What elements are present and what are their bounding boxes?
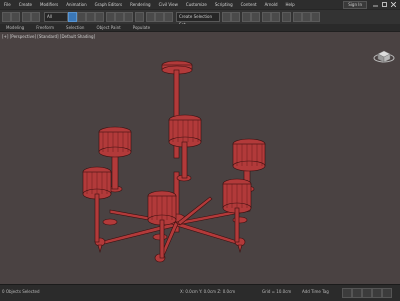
- ribbon-tabs: Modeling Freeform Selection Object Paint…: [0, 24, 400, 32]
- menu-civil-view[interactable]: Civil View: [155, 2, 182, 7]
- minimize-icon[interactable]: [373, 2, 378, 7]
- schematic-view-icon[interactable]: [271, 12, 280, 22]
- ribbon-tab-modeling[interactable]: Modeling: [0, 25, 30, 30]
- snap-icon[interactable]: [146, 12, 155, 22]
- layer-explorer-icon[interactable]: [251, 12, 260, 22]
- play-icon[interactable]: [342, 288, 352, 298]
- link-icon[interactable]: [22, 12, 31, 22]
- zoom-icon[interactable]: [362, 288, 372, 298]
- menu-arnold[interactable]: Arnold: [261, 2, 282, 7]
- main-toolbar: All Create Selection Set: [0, 9, 400, 27]
- rotate-icon[interactable]: [115, 12, 124, 22]
- ribbon-tab-freeform[interactable]: Freeform: [30, 25, 60, 30]
- placement-icon[interactable]: [135, 12, 144, 22]
- window-crossing-icon[interactable]: [95, 12, 104, 22]
- select-object-icon[interactable]: [68, 12, 77, 22]
- render-setup-icon[interactable]: [293, 12, 302, 22]
- menu-rendering[interactable]: Rendering: [126, 2, 154, 7]
- align-icon[interactable]: [231, 12, 240, 22]
- menu-modifiers[interactable]: Modifiers: [36, 2, 62, 7]
- sign-in-button[interactable]: Sign In: [343, 0, 367, 9]
- rectangular-selection-icon[interactable]: [86, 12, 95, 22]
- close-icon[interactable]: [390, 1, 397, 8]
- menu-content[interactable]: Content: [237, 2, 261, 7]
- unlink-icon[interactable]: [31, 12, 40, 22]
- material-editor-icon[interactable]: [282, 12, 291, 22]
- perspective-viewport[interactable]: [+] [Perspective] [Standard] [Default Sh…: [0, 32, 400, 284]
- orbit-icon[interactable]: [382, 288, 392, 298]
- rendered-frame-window-icon[interactable]: [302, 12, 311, 22]
- status-bar: 0 Objects Selected X: 0.0cm Y: 0.0cm Z: …: [0, 284, 400, 301]
- chandelier-model[interactable]: [0, 32, 400, 284]
- scale-icon[interactable]: [124, 12, 133, 22]
- menu-help[interactable]: Help: [282, 2, 299, 7]
- account-area: Sign In: [343, 0, 367, 9]
- ribbon-tab-object-paint[interactable]: Object Paint: [90, 25, 126, 30]
- window-controls: [373, 1, 397, 8]
- selection-filter-dropdown[interactable]: All: [44, 12, 68, 22]
- next-frame-icon[interactable]: [352, 288, 362, 298]
- menu-bar: File Create Modifiers Animation Graph Ed…: [0, 0, 400, 9]
- maximize-icon[interactable]: [382, 2, 387, 7]
- scene-explorer-icon[interactable]: [242, 12, 251, 22]
- named-selection-input[interactable]: Create Selection Set: [176, 12, 220, 27]
- menu-animation[interactable]: Animation: [62, 2, 90, 7]
- coords-readout: X: 0.0cm Y: 0.0cm Z: 0.0cm: [180, 289, 236, 294]
- angle-snap-icon[interactable]: [155, 12, 164, 22]
- mirror-icon[interactable]: [222, 12, 231, 22]
- select-by-name-icon[interactable]: [77, 12, 86, 22]
- menu-file[interactable]: File: [0, 2, 15, 7]
- menu-graph-editors[interactable]: Graph Editors: [91, 2, 126, 7]
- ribbon-tab-selection[interactable]: Selection: [60, 25, 90, 30]
- grid-readout: Grid = 10.0cm: [262, 289, 292, 294]
- move-icon[interactable]: [106, 12, 115, 22]
- ribbon-tab-populate[interactable]: Populate: [127, 25, 156, 30]
- selection-status: 0 Objects Selected: [2, 289, 40, 294]
- percent-snap-icon[interactable]: [164, 12, 173, 22]
- add-time-tag[interactable]: Add Time Tag: [302, 289, 329, 294]
- menu-customize[interactable]: Customize: [182, 2, 211, 7]
- pan-icon[interactable]: [372, 288, 382, 298]
- curve-editor-icon[interactable]: [262, 12, 271, 22]
- undo-icon[interactable]: [2, 12, 11, 22]
- render-icon[interactable]: [311, 12, 320, 22]
- menu-create[interactable]: Create: [15, 2, 36, 7]
- redo-icon[interactable]: [11, 12, 20, 22]
- menu-scripting[interactable]: Scripting: [211, 2, 237, 7]
